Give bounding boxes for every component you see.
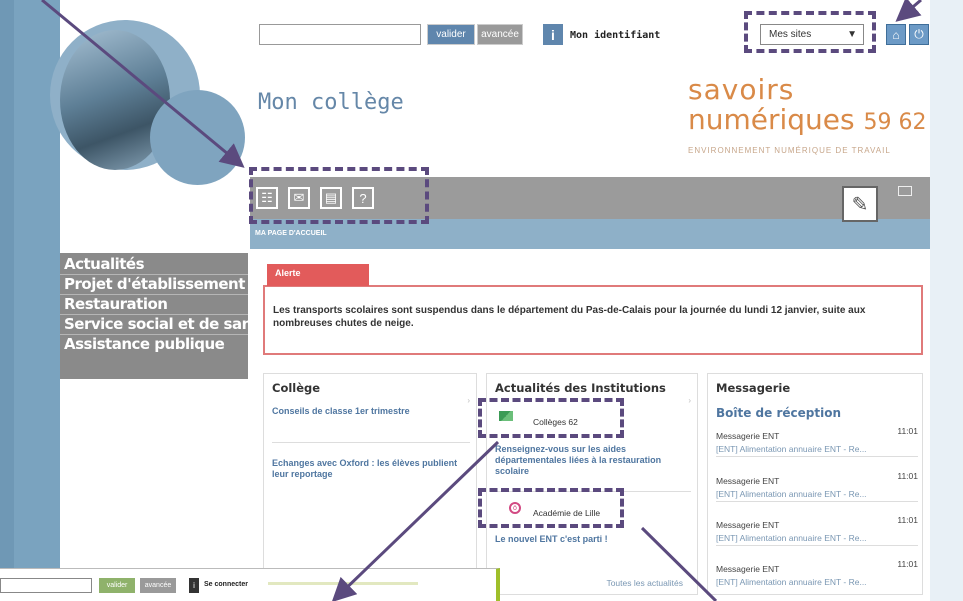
annotation-box-colleges <box>478 398 624 438</box>
college-panel: Collège › Conseils de classe 1er trimest… <box>263 373 477 595</box>
page-title: Mon collège <box>258 90 404 115</box>
alert-message: Les transports scolaires sont suspendus … <box>273 305 866 329</box>
logo-circle-small <box>150 90 245 185</box>
annotation-box-icons <box>249 167 429 224</box>
message-subject: [ENT] Alimentation annuaire ENT - Re... <box>716 533 867 543</box>
news-link[interactable]: Conseils de classe 1er trimestre <box>272 406 470 417</box>
messaging-title: Messagerie <box>716 381 791 395</box>
alert-tab: Alerte <box>267 264 369 286</box>
divider <box>716 456 918 457</box>
messaging-panel: Messagerie Boîte de réception Messagerie… <box>707 373 923 595</box>
sidebar-item-assistance[interactable]: Assistance publique <box>64 335 225 353</box>
search-submit-button[interactable]: valider <box>427 24 475 45</box>
inset-submit-button[interactable]: valider <box>99 578 135 593</box>
brand-word: numériques <box>688 103 855 136</box>
brand-number: 59 62 <box>863 110 927 135</box>
inbox-title[interactable]: Boîte de réception <box>716 406 841 420</box>
message-sender: Messagerie ENT <box>716 476 780 486</box>
news-link[interactable]: Le nouvel ENT c'est parti ! <box>495 534 691 545</box>
power-icon[interactable]: ⏻ <box>909 24 929 45</box>
inset-advanced-button[interactable]: avancée <box>140 578 176 593</box>
brand-logo-line2: numériques 59 62 <box>688 104 927 139</box>
inset-connect-link[interactable]: Se connecter <box>204 581 248 588</box>
annotation-box-academie <box>478 488 624 528</box>
edit-tools-icon[interactable]: ✎ <box>842 186 878 222</box>
breadcrumb[interactable]: MA PAGE D'ACCUEIL <box>255 230 327 237</box>
sidebar-item-restauration[interactable]: Restauration <box>64 295 168 313</box>
search-input[interactable] <box>259 24 421 45</box>
home-icon[interactable]: ⌂ <box>886 24 906 45</box>
message-sender: Messagerie ENT <box>716 431 780 441</box>
message-subject: [ENT] Alimentation annuaire ENT - Re... <box>716 444 867 454</box>
sidebar-item-actualites[interactable]: Actualités <box>64 255 145 273</box>
message-sender: Messagerie ENT <box>716 564 780 574</box>
message-item[interactable]: Messagerie ENT 11:01 [ENT] Alimentation … <box>716 515 918 543</box>
message-subject: [ENT] Alimentation annuaire ENT - Re... <box>716 577 867 587</box>
info-icon[interactable]: i <box>543 24 563 45</box>
left-frame <box>0 0 14 601</box>
institutions-title: Actualités des Institutions <box>495 381 666 395</box>
message-item[interactable]: Messagerie ENT 11:01 [ENT] Alimentation … <box>716 559 918 587</box>
message-item[interactable]: Messagerie ENT 11:01 [ENT] Alimentation … <box>716 426 918 454</box>
brand-tagline: ENVIRONNEMENT NUMÉRIQUE DE TRAVAIL <box>688 146 891 155</box>
message-time: 11:01 <box>897 426 918 436</box>
message-subject: [ENT] Alimentation annuaire ENT - Re... <box>716 489 867 499</box>
divider <box>716 501 918 502</box>
expand-icon[interactable]: › <box>688 396 691 405</box>
news-link[interactable]: Echanges avec Oxford : les élèves publie… <box>272 458 476 480</box>
inset-info-icon[interactable]: i <box>189 578 199 593</box>
divider <box>272 442 470 443</box>
message-sender: Messagerie ENT <box>716 520 780 530</box>
advanced-search-button[interactable]: avancée <box>477 24 523 45</box>
all-news-link[interactable]: Toutes les actualités <box>606 578 683 588</box>
message-time: 11:01 <box>897 515 918 525</box>
annotation-box-sites <box>744 11 876 53</box>
right-frame <box>930 0 963 601</box>
window-icon[interactable] <box>898 186 912 196</box>
login-link[interactable]: Mon identifiant <box>570 30 660 41</box>
inset-bar <box>268 582 418 585</box>
message-item[interactable]: Messagerie ENT 11:01 [ENT] Alimentation … <box>716 471 918 499</box>
expand-icon[interactable]: › <box>467 396 470 405</box>
divider <box>716 545 918 546</box>
news-link[interactable]: Renseignez-vous sur les aides départemen… <box>495 444 691 477</box>
inset-search-input[interactable] <box>0 578 92 593</box>
message-time: 11:01 <box>897 471 918 481</box>
sidebar-item-service-social[interactable]: Service social et de santé <box>64 315 269 333</box>
brand-logo-line1: savoirs <box>688 73 795 106</box>
message-time: 11:01 <box>897 559 918 569</box>
college-title: Collège <box>272 381 321 395</box>
sidebar-item-projet[interactable]: Projet d'établissement <box>64 275 245 293</box>
